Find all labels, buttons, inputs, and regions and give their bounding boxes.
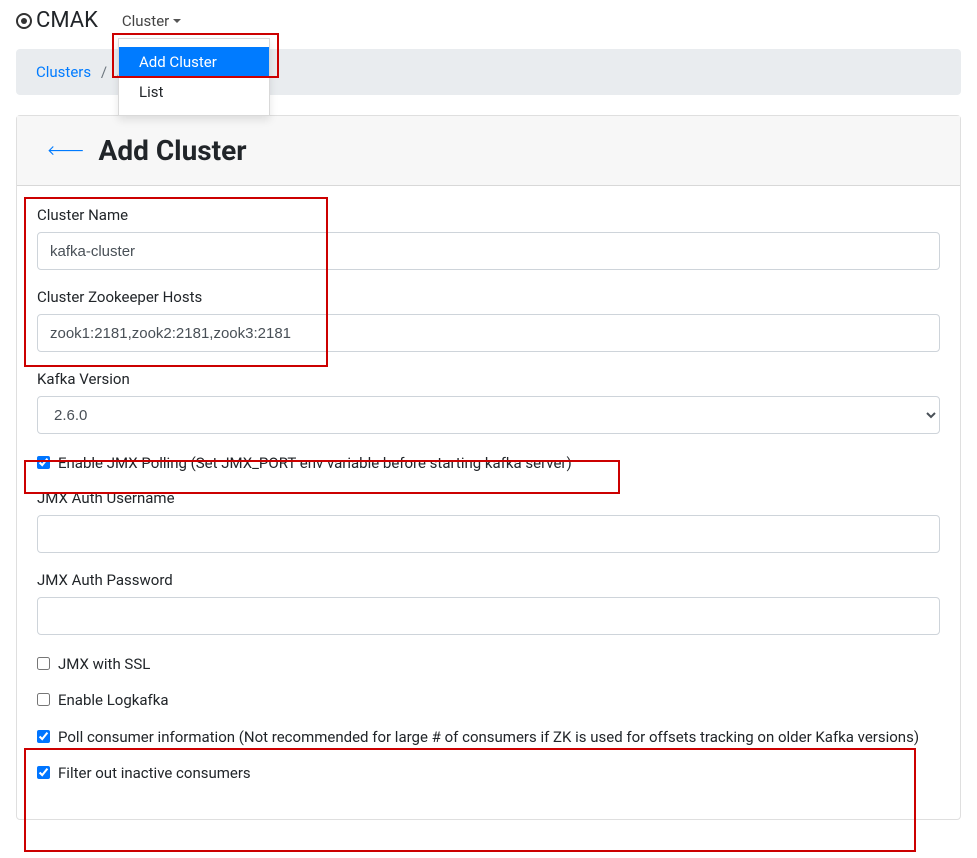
zk-hosts-group: Cluster Zookeeper Hosts <box>37 288 940 352</box>
jmx-ssl-label[interactable]: JMX with SSL <box>58 653 150 676</box>
enable-logkafka-check: Enable Logkafka <box>37 689 940 712</box>
enable-logkafka-label[interactable]: Enable Logkafka <box>58 689 169 712</box>
jmx-pass-input[interactable] <box>37 597 940 635</box>
brand[interactable]: CMAK <box>16 8 98 33</box>
card-body: Cluster Name Cluster Zookeeper Hosts Kaf… <box>17 186 960 819</box>
jmx-ssl-checkbox[interactable] <box>37 657 50 670</box>
breadcrumb-clusters[interactable]: Clusters <box>36 63 91 81</box>
poll-consumer-checkbox[interactable] <box>37 730 50 743</box>
zk-hosts-label: Cluster Zookeeper Hosts <box>37 288 940 306</box>
dropdown-list[interactable]: List <box>119 77 269 107</box>
enable-jmx-label[interactable]: Enable JMX Polling (Set JMX_PORT env var… <box>58 452 572 475</box>
poll-consumer-check: Poll consumer information (Not recommend… <box>37 726 940 749</box>
breadcrumb-sep: / <box>101 63 107 81</box>
back-arrow-icon[interactable]: 🡐 <box>47 142 85 159</box>
brand-icon <box>16 13 32 29</box>
kafka-version-select[interactable]: 2.6.0 <box>37 396 940 434</box>
cluster-name-label: Cluster Name <box>37 206 940 224</box>
cluster-menu-toggle[interactable]: Cluster <box>122 12 181 30</box>
filter-inactive-checkbox[interactable] <box>37 766 50 779</box>
cluster-name-input[interactable] <box>37 232 940 270</box>
kafka-version-label: Kafka Version <box>37 370 940 388</box>
poll-consumer-label[interactable]: Poll consumer information (Not recommend… <box>58 726 919 749</box>
jmx-user-input[interactable] <box>37 515 940 553</box>
enable-jmx-checkbox[interactable] <box>37 456 50 469</box>
jmx-ssl-check: JMX with SSL <box>37 653 940 676</box>
enable-logkafka-checkbox[interactable] <box>37 693 50 706</box>
jmx-pass-group: JMX Auth Password <box>37 571 940 635</box>
jmx-user-group: JMX Auth Username <box>37 489 940 553</box>
card-header: 🡐 Add Cluster <box>17 116 960 186</box>
cluster-name-group: Cluster Name <box>37 206 940 270</box>
enable-jmx-check: Enable JMX Polling (Set JMX_PORT env var… <box>37 452 940 475</box>
jmx-pass-label: JMX Auth Password <box>37 571 940 589</box>
chevron-down-icon <box>173 19 181 23</box>
filter-inactive-label[interactable]: Filter out inactive consumers <box>58 762 251 785</box>
dropdown-add-cluster[interactable]: Add Cluster <box>119 47 269 77</box>
kafka-version-group: Kafka Version 2.6.0 <box>37 370 940 434</box>
zk-hosts-input[interactable] <box>37 314 940 352</box>
filter-inactive-check: Filter out inactive consumers <box>37 762 940 785</box>
cluster-dropdown: Add Cluster List <box>118 38 270 116</box>
main-card: 🡐 Add Cluster Cluster Name Cluster Zooke… <box>16 115 961 820</box>
page-title: Add Cluster <box>99 134 247 167</box>
jmx-user-label: JMX Auth Username <box>37 489 940 507</box>
cluster-menu-label: Cluster <box>122 12 169 30</box>
navbar: CMAK Cluster Add Cluster List <box>0 0 977 41</box>
brand-text: CMAK <box>36 8 98 33</box>
